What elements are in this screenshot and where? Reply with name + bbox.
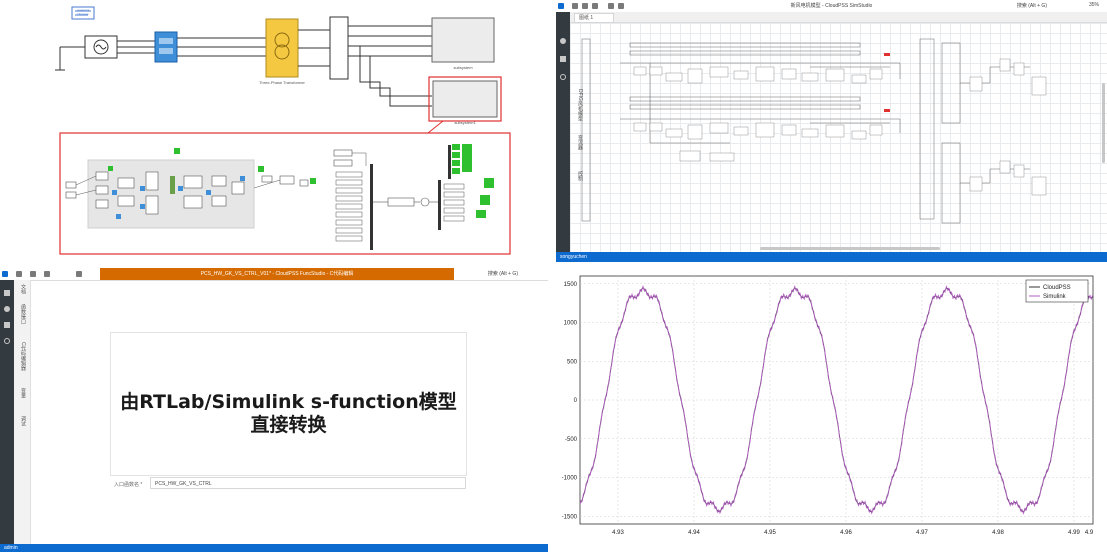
conversion-notice-card: 由RTLab/Simulink s-function模型 直接转换 [110,332,467,476]
measurement-block [154,31,178,63]
subsystem-block-b [432,80,498,118]
left-toolbar [556,12,570,252]
x-tick-label: 4.97 [916,530,928,536]
waveform-chart-panel: 1500 1000 500 0 -500 -1000 -1500 4.93 4.94 4.95 4… [556,268,1107,552]
headline-line-2: 直接转换 [250,414,327,436]
zoom-level[interactable]: 35% [1089,2,1099,8]
settings-icon[interactable] [4,338,10,344]
powergui-label: powergui Discrete [76,8,90,16]
row-label-2: 变流器 [577,135,583,150]
tab-drawing-1[interactable]: 图纸 1 [574,13,614,23]
function-editor-panel: 搜索 (Alt + G) PCS_HW_GK_VS_CTRL_V01* - Cl… [0,268,548,552]
y-axis-ticks: 1500 1000 500 0 -500 -1000 -1500 [562,282,578,521]
legend-label-simulink: Simulink [1043,294,1067,300]
cloudpss-diagram [581,38,1047,224]
left-toolbar [0,280,14,544]
function-editor-status-bar: admin [0,544,548,552]
y-tick-label: -1500 [562,514,578,520]
diagram-canvas[interactable]: DFIG风机模型 变流器 控制 [570,23,1107,252]
row-label-3: 控制 [577,171,583,181]
subsystem-label-b: subsystem1 [454,120,476,125]
settings-icon[interactable] [560,74,566,80]
legend: CloudPSS Simulink [1025,279,1089,303]
cloudpss-editor-panel: 新风电机模型 - CloudPSS SimStudio 搜索 (Alt + G)… [556,0,1107,262]
entry-function-label: 入口函数名 * [114,482,143,488]
file-icon[interactable] [16,271,22,277]
function-editor-window-title: PCS_HW_GK_VS_CTRL_V01* - CloudPSS FuncSt… [100,268,454,280]
x-tick-label: 4.94 [688,530,700,536]
y-tick-label: -500 [565,437,578,443]
x-tick-label: 4.9 [1085,530,1094,536]
layers-icon[interactable] [560,38,566,44]
bus-block [329,16,349,80]
y-tick-label: 1500 [564,282,578,288]
palette-icon[interactable] [4,306,10,312]
run-icon[interactable] [76,271,82,277]
x-tick-label: 4.96 [840,530,852,536]
copy-icon[interactable] [44,271,50,277]
vtab-interface[interactable]: 函数接口 [17,304,27,324]
x-tick-label: 4.98 [992,530,1004,536]
x-axis-ticks: 4.93 4.94 4.95 4.96 4.97 4.98 4.99 4.9 [612,530,1094,536]
status-user: songyuchen [560,254,587,260]
waveform-chart: 150010005000-500-1000-1500 4.93 4.94 4.95 4… [562,275,1094,536]
legend-label-cloudpss: CloudPSS [1043,285,1071,291]
y-tick-label: 0 [574,398,578,404]
y-tick-label: 1000 [564,321,578,327]
entry-function-input[interactable]: PCS_HW_GK_VS_CTRL [150,477,466,489]
headline-line-1: 由RTLab/Simulink s-function模型 [120,391,457,413]
app-logo-icon [2,271,8,277]
simulink-diagram-panel: Three-Phase Transformer subsystem subsys… [0,0,548,262]
vtab-debug[interactable]: 调试 [17,416,27,426]
simulink-diagram: Three-Phase Transformer subsystem subsys… [55,6,511,255]
search-box[interactable]: 搜索 (Alt + G) [488,270,518,277]
conversion-headline: 由RTLab/Simulink s-function模型 直接转换 [111,391,466,437]
transformer-block [265,18,299,78]
vertical-scrollbar[interactable] [1102,83,1105,163]
x-tick-label: 4.99 [1068,530,1080,536]
status-user: admin [4,545,18,551]
subsystem-block-a [431,17,495,63]
document-tab-bar: 图纸 1 [570,12,1107,23]
y-tick-label: 500 [567,359,578,365]
layers-icon[interactable] [4,290,10,296]
x-tick-label: 4.93 [612,530,624,536]
vtab-c-editor[interactable]: C代码编辑器 [17,342,27,371]
y-tick-label: -1000 [562,476,578,482]
save-icon[interactable] [30,271,36,277]
vertical-tab-bar: 文档 函数接口 C代码编辑器 变量 调试 [14,280,31,544]
search-box[interactable]: 搜索 (Alt + G) [1017,2,1047,9]
vtab-doc[interactable]: 文档 [17,284,27,294]
x-tick-label: 4.95 [764,530,776,536]
transformer-label: Three-Phase Transformer [259,80,305,85]
mux-bar [370,164,373,250]
tools-icon[interactable] [560,56,566,62]
subsystem-label-a: subsystem [453,65,473,70]
tools-icon[interactable] [4,322,10,328]
cloudpss-status-bar: songyuchen [556,252,1107,262]
vtab-variables[interactable]: 变量 [17,388,27,398]
horizontal-scrollbar[interactable] [760,247,940,250]
green-bar [170,176,175,194]
row-label-1: DFIG风机模型 [577,89,583,121]
